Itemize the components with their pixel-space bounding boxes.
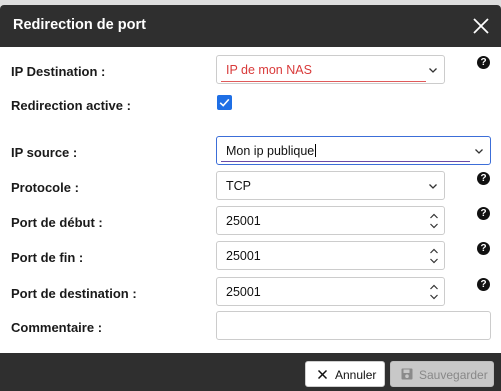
dialog-titlebar: Redirection de port xyxy=(0,5,501,47)
port-fin-input[interactable]: 25001 xyxy=(216,241,445,270)
help-icon[interactable]: ? xyxy=(477,207,490,220)
close-icon xyxy=(317,369,328,380)
port-debut-input[interactable]: 25001 xyxy=(216,206,445,235)
ip-source-value: Mon ip publique xyxy=(226,144,317,158)
focus-underline xyxy=(221,160,470,162)
port-destination-label: Port de destination : xyxy=(11,286,137,301)
text-caret xyxy=(315,144,317,157)
floppy-disk-icon xyxy=(401,368,413,380)
save-label: Sauvegarder xyxy=(419,368,488,382)
cancel-button[interactable]: Annuler xyxy=(305,361,385,387)
dialog-footer: Annuler Sauvegarder xyxy=(0,353,501,391)
protocole-select[interactable]: TCP xyxy=(216,171,445,200)
port-debut-value: 25001 xyxy=(226,214,261,228)
spinner-arrows-icon[interactable] xyxy=(428,245,440,267)
protocole-label: Protocole : xyxy=(11,180,79,195)
ip-destination-value: IP de mon NAS xyxy=(226,63,312,77)
port-destination-input[interactable]: 25001 xyxy=(216,277,445,306)
validation-underline xyxy=(221,81,426,82)
close-icon[interactable] xyxy=(471,16,491,36)
redirection-active-label: Redirection active : xyxy=(11,98,131,113)
port-debut-label: Port de début : xyxy=(11,215,103,230)
spinner-arrows-icon[interactable] xyxy=(428,281,440,303)
chevron-down-icon xyxy=(429,184,437,189)
cancel-label: Annuler xyxy=(335,368,377,382)
dialog-title: Redirection de port xyxy=(13,17,146,33)
save-button[interactable]: Sauvegarder xyxy=(390,361,494,387)
ip-source-select[interactable]: Mon ip publique xyxy=(216,136,491,165)
help-icon[interactable]: ? xyxy=(477,56,490,69)
port-fin-label: Port de fin : xyxy=(11,250,84,265)
ip-destination-select[interactable]: IP de mon NAS xyxy=(216,55,445,84)
redirection-active-checkbox[interactable] xyxy=(217,95,232,110)
checkmark-icon xyxy=(219,98,230,107)
protocole-value: TCP xyxy=(226,179,251,193)
chevron-down-icon xyxy=(475,149,483,154)
chevron-down-icon xyxy=(429,68,437,73)
ip-source-label: IP source : xyxy=(11,145,78,160)
port-destination-value: 25001 xyxy=(226,285,261,299)
help-icon[interactable]: ? xyxy=(477,278,490,291)
help-icon[interactable]: ? xyxy=(477,172,490,185)
commentaire-label: Commentaire : xyxy=(11,320,103,335)
help-icon[interactable]: ? xyxy=(477,242,490,255)
spinner-arrows-icon[interactable] xyxy=(428,210,440,232)
port-fin-value: 25001 xyxy=(226,249,261,263)
port-forwarding-dialog: Redirection de port IP Destination : IP … xyxy=(0,5,501,391)
ip-destination-label: IP Destination : xyxy=(11,64,106,79)
commentaire-input[interactable] xyxy=(216,311,491,340)
